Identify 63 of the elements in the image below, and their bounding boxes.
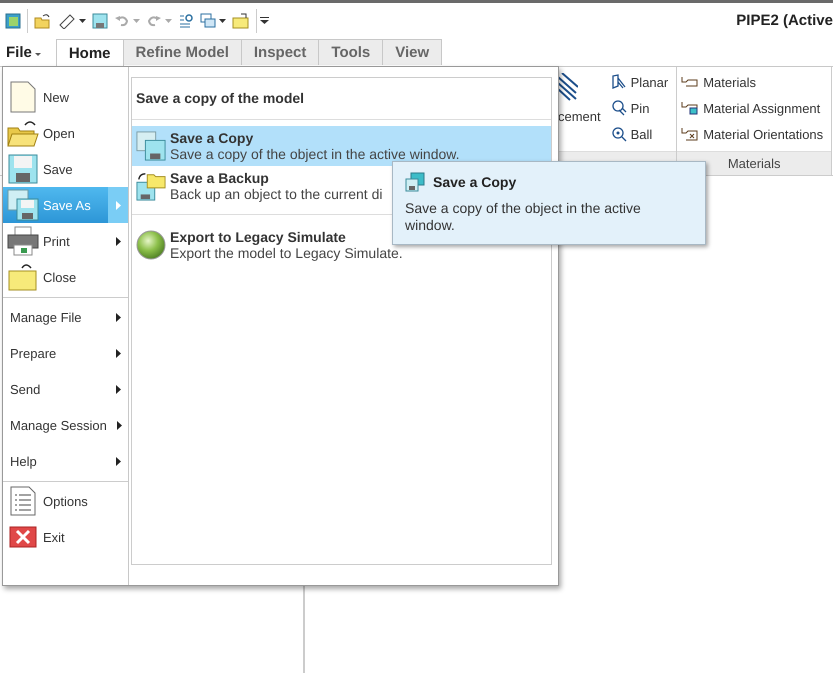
tooltip-title: Save a Copy <box>433 174 516 190</box>
tooltip-text: Save a copy of the object in the active window. <box>405 200 642 234</box>
ball-joint-icon <box>610 126 627 142</box>
submenu-item[interactable]: Save a Copy Save a copy of the object in the active window. <box>132 126 551 166</box>
folder-icon <box>7 263 39 291</box>
panel-title: Save a copy of the model <box>135 89 306 108</box>
ruler-icon[interactable] <box>58 12 76 28</box>
pin-icon <box>610 100 627 116</box>
caret-icon[interactable] <box>79 18 86 22</box>
customize-caret-icon[interactable] <box>260 17 269 24</box>
tag-icon <box>681 75 700 89</box>
ribbon-tab[interactable]: Inspect <box>240 39 320 65</box>
menu-item[interactable]: Manage Session <box>3 407 128 443</box>
material-button[interactable]: Material Assignment <box>681 98 824 118</box>
submenu-item-title: Save a Copy <box>170 130 254 146</box>
material-button[interactable]: Material Orientations <box>681 124 824 144</box>
menu-item[interactable]: Close <box>3 259 128 295</box>
menu-item[interactable]: Prepare <box>3 335 128 371</box>
floppies-icon <box>7 189 39 221</box>
material-button[interactable]: Materials <box>681 72 824 92</box>
menu-item[interactable]: Open <box>3 115 128 151</box>
hatch-icon[interactable] <box>558 73 578 101</box>
menu-item[interactable]: Print <box>3 223 128 259</box>
exit-icon <box>7 526 39 548</box>
menu-item[interactable]: Options <box>3 483 128 519</box>
menu-item[interactable]: Send <box>3 371 128 407</box>
folder-icon[interactable] <box>232 12 250 28</box>
regenerate-icon[interactable] <box>178 12 194 28</box>
ribbon-tab[interactable]: View <box>382 39 442 65</box>
submenu-item-description: Save a copy of the object in the active window. <box>170 146 460 162</box>
placement-label[interactable]: cement <box>558 109 601 124</box>
submenu-item-description: Back up an object to the current di <box>170 186 382 202</box>
ribbon-tab[interactable]: Home <box>56 39 124 67</box>
windows-icon[interactable] <box>200 12 216 28</box>
file-menu-button[interactable]: File <box>0 38 47 66</box>
submenu-item-title: Save a Backup <box>170 170 270 186</box>
floppy-icon[interactable] <box>92 12 108 28</box>
window-title: PIPE2 (Active <box>736 12 833 29</box>
caret-icon[interactable] <box>219 18 226 22</box>
connection-button[interactable]: Planar <box>610 72 668 92</box>
app-icon[interactable] <box>5 12 21 28</box>
ribbon-tab[interactable]: Refine Model <box>122 39 242 65</box>
sphere-icon <box>136 230 166 260</box>
menu-item[interactable]: Manage File <box>3 299 128 335</box>
connection-button[interactable]: Ball <box>610 124 668 144</box>
tag-icon <box>681 101 700 115</box>
submenu-item-title: Export to Legacy Simulate <box>170 229 347 245</box>
menu-item[interactable]: Exit <box>3 519 128 555</box>
plane-icon <box>610 74 627 90</box>
floppy-folder-icon <box>136 171 166 201</box>
submenu-item-description: Export the model to Legacy Simulate. <box>170 245 403 261</box>
menu-item[interactable]: New <box>3 79 128 115</box>
floppies-icon <box>136 131 166 161</box>
tag-icon <box>681 127 700 141</box>
connection-button[interactable]: Pin <box>610 98 668 118</box>
floppy-icon <box>7 154 39 184</box>
menu-item[interactable]: Help <box>3 443 128 479</box>
caret-icon <box>34 52 41 56</box>
ribbon-tab[interactable]: Tools <box>318 39 384 65</box>
open-folder-icon[interactable] <box>34 12 52 28</box>
save-copy-icon <box>405 172 425 192</box>
menu-item[interactable]: Save <box>3 151 128 187</box>
printer-icon <box>7 226 39 256</box>
